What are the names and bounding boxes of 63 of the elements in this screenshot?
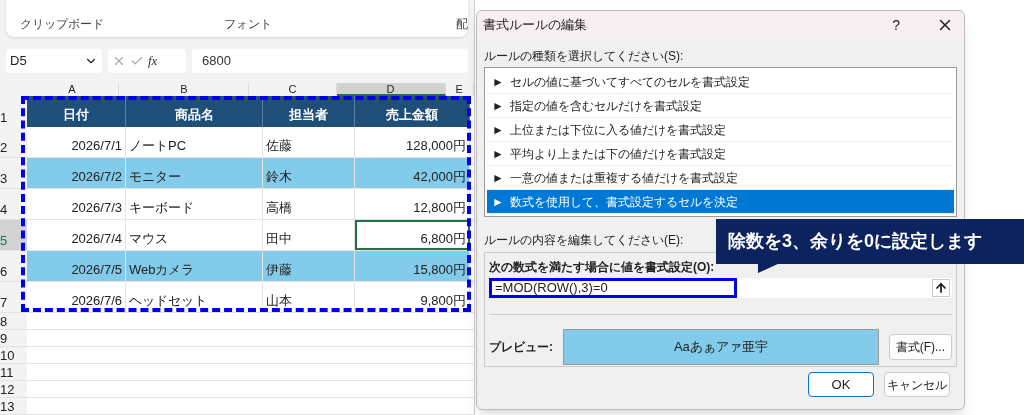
callout-text: 除数を3、余りを0に設定します <box>728 230 983 253</box>
formula-field[interactable]: 6800 <box>192 48 468 73</box>
table-header-cell: 売上金額 <box>355 96 470 127</box>
table-header-cell: 商品名 <box>126 96 263 127</box>
table-header-cell: 日付 <box>27 96 126 127</box>
table-cell: 2026/7/5 <box>27 251 126 281</box>
table-cell: 128,000円 <box>355 127 470 157</box>
table-cell: 佐藤 <box>263 127 355 157</box>
column-header[interactable]: D <box>336 83 446 96</box>
function-button[interactable]: fx <box>148 51 158 71</box>
formula-input[interactable]: =MOD(ROW(),3)=0 <box>489 278 737 298</box>
collapse-button[interactable] <box>932 279 950 297</box>
table-cell: ヘッドセット <box>126 282 263 312</box>
table-cell: 2026/7/4 <box>27 220 126 250</box>
preview-label: プレビュー: <box>489 339 553 356</box>
rule-type-item[interactable]: ► 上位または下位に入る値だけを書式設定 <box>487 118 954 142</box>
table-cell: キーボード <box>126 189 263 219</box>
table-cell: マウス <box>126 220 263 250</box>
table-cell: 高橋 <box>263 189 355 219</box>
rule-type-item[interactable]: ► 平均より上または下の値だけを書式設定 <box>487 142 954 166</box>
table-header-cell: 担当者 <box>263 96 355 127</box>
row-header[interactable]: 13 <box>0 398 27 414</box>
row-header[interactable]: 9 <box>0 330 27 346</box>
table-cell: 2026/7/3 <box>27 189 126 219</box>
ribbon-group-label: クリップボード <box>19 15 105 33</box>
table-cell: 山本 <box>263 282 355 312</box>
table-cell: 2026/7/6 <box>27 282 126 312</box>
dialog-title: 書式ルールの編集 <box>483 16 587 35</box>
row-header[interactable]: 6 <box>0 251 27 281</box>
table-cell: 12,800円 <box>355 189 470 219</box>
table-cell: 田中 <box>263 220 355 250</box>
formula-label: 次の数式を満たす場合に値を書式設定(O): <box>489 259 715 276</box>
table-cell: 2026/7/1 <box>27 127 126 157</box>
ribbon-group-label: 配 <box>456 15 468 33</box>
preview-box: Aaあぁアァ亜宇 <box>563 329 879 365</box>
row-header[interactable]: 8 <box>0 313 27 329</box>
rule-type-item[interactable]: ► 数式を使用して、書式設定するセルを決定 <box>487 190 954 214</box>
section-label: ルールの内容を編集してください(E): <box>484 233 684 248</box>
cancel-button[interactable]: キャンセル <box>884 372 950 397</box>
ok-button[interactable]: OK <box>808 372 874 397</box>
row-header[interactable]: 2 <box>0 127 27 157</box>
table-cell: 伊藤 <box>263 251 355 281</box>
table-cell: 9,800円 <box>355 282 470 312</box>
table-cell: ノートPC <box>126 127 263 157</box>
table-cell: 鈴木 <box>263 158 355 188</box>
table-cell: 2026/7/2 <box>27 158 126 188</box>
ribbon-group-label: フォント <box>223 15 273 33</box>
rule-type-item[interactable]: ► 指定の値を含むセルだけを書式設定 <box>487 94 954 118</box>
table-cell: Webカメラ <box>126 251 263 281</box>
row-header[interactable]: 12 <box>0 381 27 397</box>
row-header[interactable]: 4 <box>0 189 27 219</box>
table-cell: 6,800円 <box>355 220 470 250</box>
row-header[interactable]: 11 <box>0 364 27 380</box>
rule-type-item[interactable]: ► セルの値に基づいてすべてのセルを書式設定 <box>487 70 954 94</box>
section-label: ルールの種類を選択してください(S): <box>484 49 684 64</box>
table-cell: 15,800円 <box>355 251 470 281</box>
table-cell: 42,000円 <box>355 158 470 188</box>
format-button[interactable]: 書式(F)... <box>888 334 952 360</box>
help-button[interactable]: ? <box>892 14 900 36</box>
table-cell: モニター <box>126 158 263 188</box>
name-box[interactable]: D5 <box>6 48 102 73</box>
row-header[interactable]: 5 <box>0 220 27 250</box>
row-header[interactable]: 10 <box>0 347 27 363</box>
